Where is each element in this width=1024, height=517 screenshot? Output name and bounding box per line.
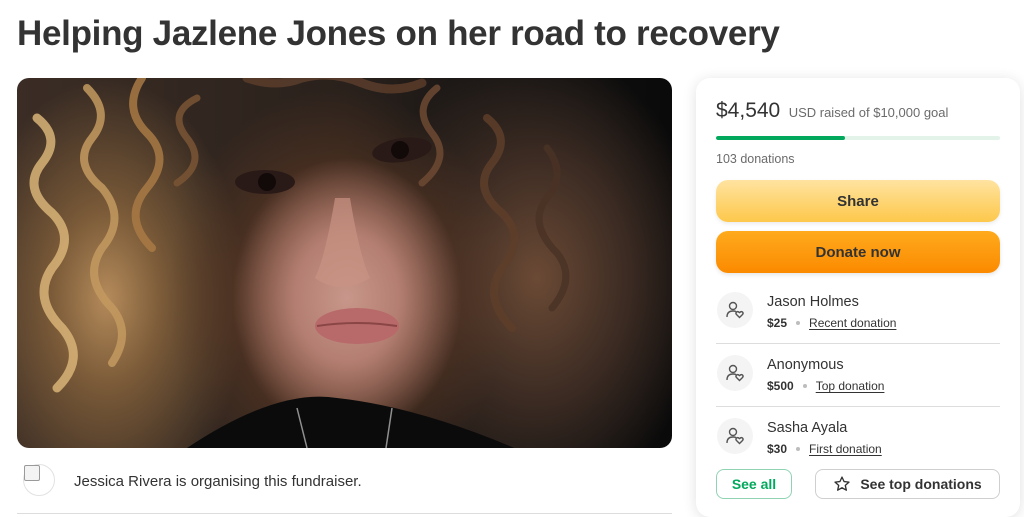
broken-image-icon: [23, 464, 55, 496]
recent-donation-link[interactable]: Recent donation: [809, 316, 896, 330]
donor-name: Sasha Ayala: [767, 420, 848, 436]
organiser-text: Jessica Rivera is organising this fundra…: [74, 473, 362, 490]
donor-meta: $500 Top donation: [767, 379, 884, 393]
page-title: Helping Jazlene Jones on her road to rec…: [17, 14, 780, 53]
see-all-button[interactable]: See all: [716, 469, 792, 499]
separator-dot: [796, 321, 801, 325]
organiser-row: Jessica Rivera is organising this fundra…: [17, 460, 672, 514]
separator-dot: [796, 447, 801, 451]
donor-heart-icon: [717, 355, 753, 391]
donor-amount: $30: [767, 442, 788, 456]
donor-name: Anonymous: [767, 357, 844, 373]
star-outline-icon: [834, 476, 850, 491]
donor-meta: $25 Recent donation: [767, 316, 896, 330]
donor-item: Sasha Ayala $30 First donation: [716, 408, 1000, 470]
donor-name: Jason Holmes: [767, 294, 859, 310]
progress-fill: [716, 136, 845, 140]
separator-dot: [802, 384, 807, 388]
donor-meta: $30 First donation: [767, 442, 882, 456]
see-top-donations-button[interactable]: See top donations: [815, 469, 1000, 499]
top-donation-link[interactable]: Top donation: [816, 379, 885, 393]
goal-text: USD raised of $10,000 goal: [788, 105, 949, 120]
donor-amount: $25: [767, 316, 788, 330]
hero-image[interactable]: [17, 78, 672, 448]
donor-item: Anonymous $500 Top donation: [716, 345, 1000, 407]
donation-card: $4,540 USD raised of $10,000 goal 103 do…: [696, 78, 1020, 517]
donate-now-button[interactable]: Donate now: [716, 231, 1000, 273]
portrait-photo: [29, 78, 570, 448]
donor-heart-icon: [717, 292, 753, 328]
donation-count: 103 donations: [716, 152, 795, 166]
share-button[interactable]: Share: [716, 180, 1000, 222]
raised-summary: $4,540 USD raised of $10,000 goal: [716, 99, 948, 123]
progress-bar: [716, 136, 1000, 140]
donor-item: Jason Holmes $25 Recent donation: [716, 282, 1000, 344]
see-top-donations-label: See top donations: [860, 476, 982, 492]
first-donation-link[interactable]: First donation: [809, 442, 882, 456]
donor-amount: $500: [767, 379, 794, 393]
amount-raised: $4,540: [716, 99, 781, 122]
donor-heart-icon: [717, 418, 753, 454]
